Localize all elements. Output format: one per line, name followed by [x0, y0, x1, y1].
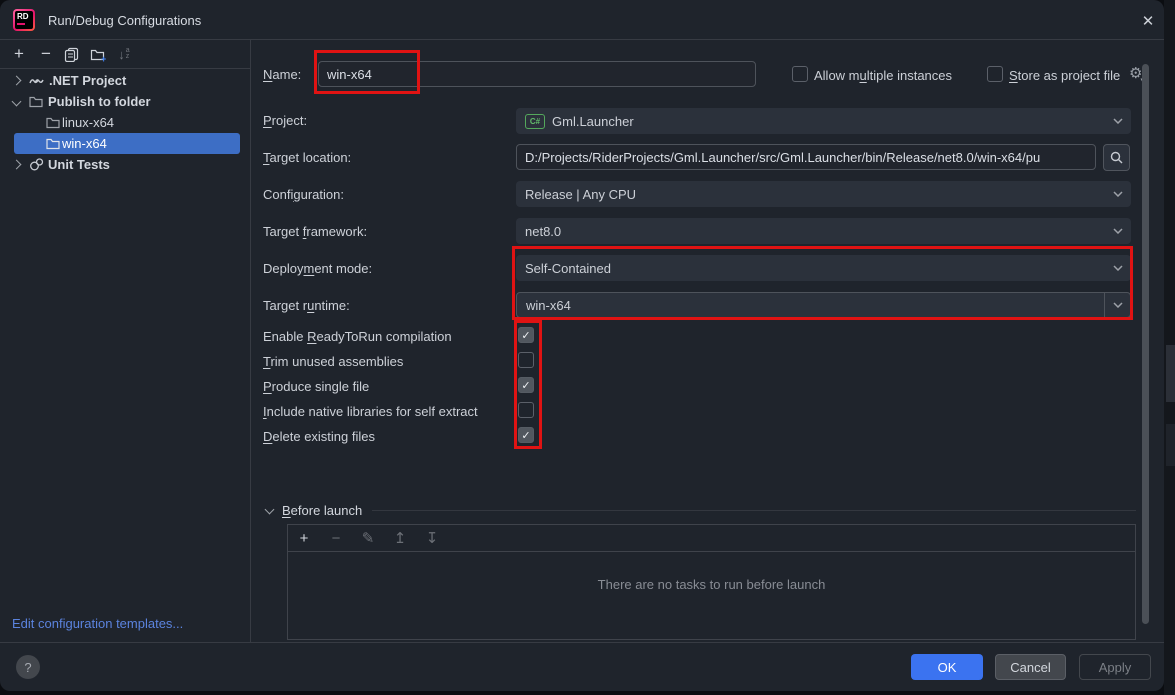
folder-icon	[29, 96, 43, 108]
sidebar-toolbar-divider	[0, 68, 250, 69]
folder-icon	[46, 138, 60, 150]
remove-configuration-icon[interactable]: −	[35, 43, 57, 65]
chevron-right-icon[interactable]	[12, 160, 22, 170]
allow-multiple-instances-label: Allow multiple instances	[814, 68, 952, 83]
edit-task-icon[interactable]: ✎	[360, 529, 376, 547]
chevron-down-icon	[1113, 191, 1123, 197]
tree-item-publish-to-folder[interactable]: Publish to folder	[0, 91, 250, 112]
target-location-input[interactable]	[516, 144, 1096, 170]
background-app-block	[1166, 424, 1175, 466]
target-framework-select[interactable]: net8.0	[516, 218, 1131, 244]
trim-unused-assemblies-checkbox[interactable]	[518, 352, 534, 368]
before-launch-empty-text: There are no tasks to run before launch	[288, 577, 1135, 592]
dotnet-project-icon	[29, 76, 44, 86]
unit-tests-icon	[29, 158, 44, 171]
name-input[interactable]	[318, 61, 756, 87]
svg-text:+: +	[101, 54, 106, 62]
target-runtime-label: Target runtime:	[263, 298, 350, 313]
project-label: Project:	[263, 113, 307, 128]
delete-existing-files-label: Delete existing files	[263, 429, 375, 444]
store-as-project-file-checkbox[interactable]	[987, 66, 1003, 82]
sort-configurations-icon[interactable]: ↓ az	[113, 43, 135, 65]
allow-multiple-instances-checkbox[interactable]	[792, 66, 808, 82]
configuration-label: Configuration:	[263, 187, 344, 202]
target-framework-label: Target framework:	[263, 224, 367, 239]
check-icon: ✓	[521, 329, 530, 342]
check-icon: ✓	[521, 379, 530, 392]
check-icon: ✓	[521, 429, 530, 442]
produce-single-file-checkbox[interactable]: ✓	[518, 377, 534, 393]
deployment-mode-select[interactable]: Self-Contained	[516, 255, 1131, 281]
close-icon[interactable]: ✕	[1136, 9, 1160, 33]
tree-item-unit-tests[interactable]: Unit Tests	[0, 154, 250, 175]
tree-item-win-x64[interactable]: win-x64	[0, 133, 250, 154]
copy-configuration-icon[interactable]	[60, 43, 82, 65]
target-location-label: Target location:	[263, 150, 351, 165]
enable-readytorun-label: Enable ReadyToRun compilation	[263, 329, 452, 344]
chevron-down-icon	[1113, 228, 1123, 234]
vertical-scrollbar[interactable]	[1142, 64, 1149, 624]
trim-unused-assemblies-label: Trim unused assemblies	[263, 354, 403, 369]
tree-item-linux-x64[interactable]: linux-x64	[0, 112, 250, 133]
tree-item-dotnet-project[interactable]: .NET Project	[0, 70, 250, 91]
move-task-up-icon[interactable]: ↥	[392, 529, 408, 547]
chevron-right-icon[interactable]	[12, 76, 22, 86]
csharp-badge-icon: C#	[525, 114, 545, 129]
sidebar-divider	[250, 39, 251, 642]
chevron-down-icon	[1113, 118, 1123, 124]
add-task-icon[interactable]: +	[296, 530, 312, 547]
run-debug-configurations-dialog: RD Run/Debug Configurations ✕ + − + ↓ az…	[0, 0, 1164, 691]
apply-button[interactable]: Apply	[1079, 654, 1151, 680]
configuration-select[interactable]: Release | Any CPU	[516, 181, 1131, 207]
titlebar-divider	[0, 39, 1164, 40]
footer-divider	[0, 642, 1164, 643]
produce-single-file-label: Produce single file	[263, 379, 369, 394]
rider-logo-icon: RD	[13, 9, 35, 31]
before-launch-collapse-icon[interactable]	[265, 505, 275, 515]
add-configuration-icon[interactable]: +	[8, 43, 30, 65]
chevron-down-icon[interactable]	[12, 97, 22, 107]
deployment-mode-label: Deployment mode:	[263, 261, 372, 276]
move-task-down-icon[interactable]: ↧	[424, 529, 440, 547]
rider-logo-text: RD	[17, 12, 29, 21]
combobox-dropdown-button[interactable]	[1104, 293, 1130, 317]
new-folder-icon[interactable]: +	[87, 43, 109, 65]
chevron-down-icon	[1113, 265, 1123, 271]
before-launch-task-list: + − ✎ ↥ ↧ There are no tasks to run befo…	[287, 524, 1136, 640]
cancel-button[interactable]: Cancel	[995, 654, 1066, 680]
project-select[interactable]: C# Gml.Launcher	[516, 108, 1131, 134]
target-runtime-combobox[interactable]: win-x64	[516, 292, 1131, 318]
enable-readytorun-checkbox[interactable]: ✓	[518, 327, 534, 343]
edit-configuration-templates-link[interactable]: Edit configuration templates...	[12, 616, 183, 631]
name-label: Name:	[263, 67, 301, 82]
search-icon	[1110, 151, 1123, 164]
before-launch-header[interactable]: Before launch	[282, 503, 362, 518]
include-native-libraries-label: Include native libraries for self extrac…	[263, 404, 478, 419]
dialog-title: Run/Debug Configurations	[48, 13, 201, 28]
ok-button[interactable]: OK	[911, 654, 983, 680]
before-launch-toolbar: + − ✎ ↥ ↧	[288, 525, 1135, 552]
browse-button[interactable]	[1103, 144, 1130, 171]
folder-icon	[46, 117, 60, 129]
chevron-down-icon	[1113, 302, 1123, 308]
delete-existing-files-checkbox[interactable]: ✓	[518, 427, 534, 443]
before-launch-header-rule	[372, 510, 1136, 511]
include-native-libraries-checkbox[interactable]	[518, 402, 534, 418]
store-as-project-file-label: Store as project file	[1009, 68, 1120, 83]
remove-task-icon[interactable]: −	[328, 530, 344, 547]
background-app-block	[1166, 345, 1175, 402]
help-button[interactable]: ?	[16, 655, 40, 679]
